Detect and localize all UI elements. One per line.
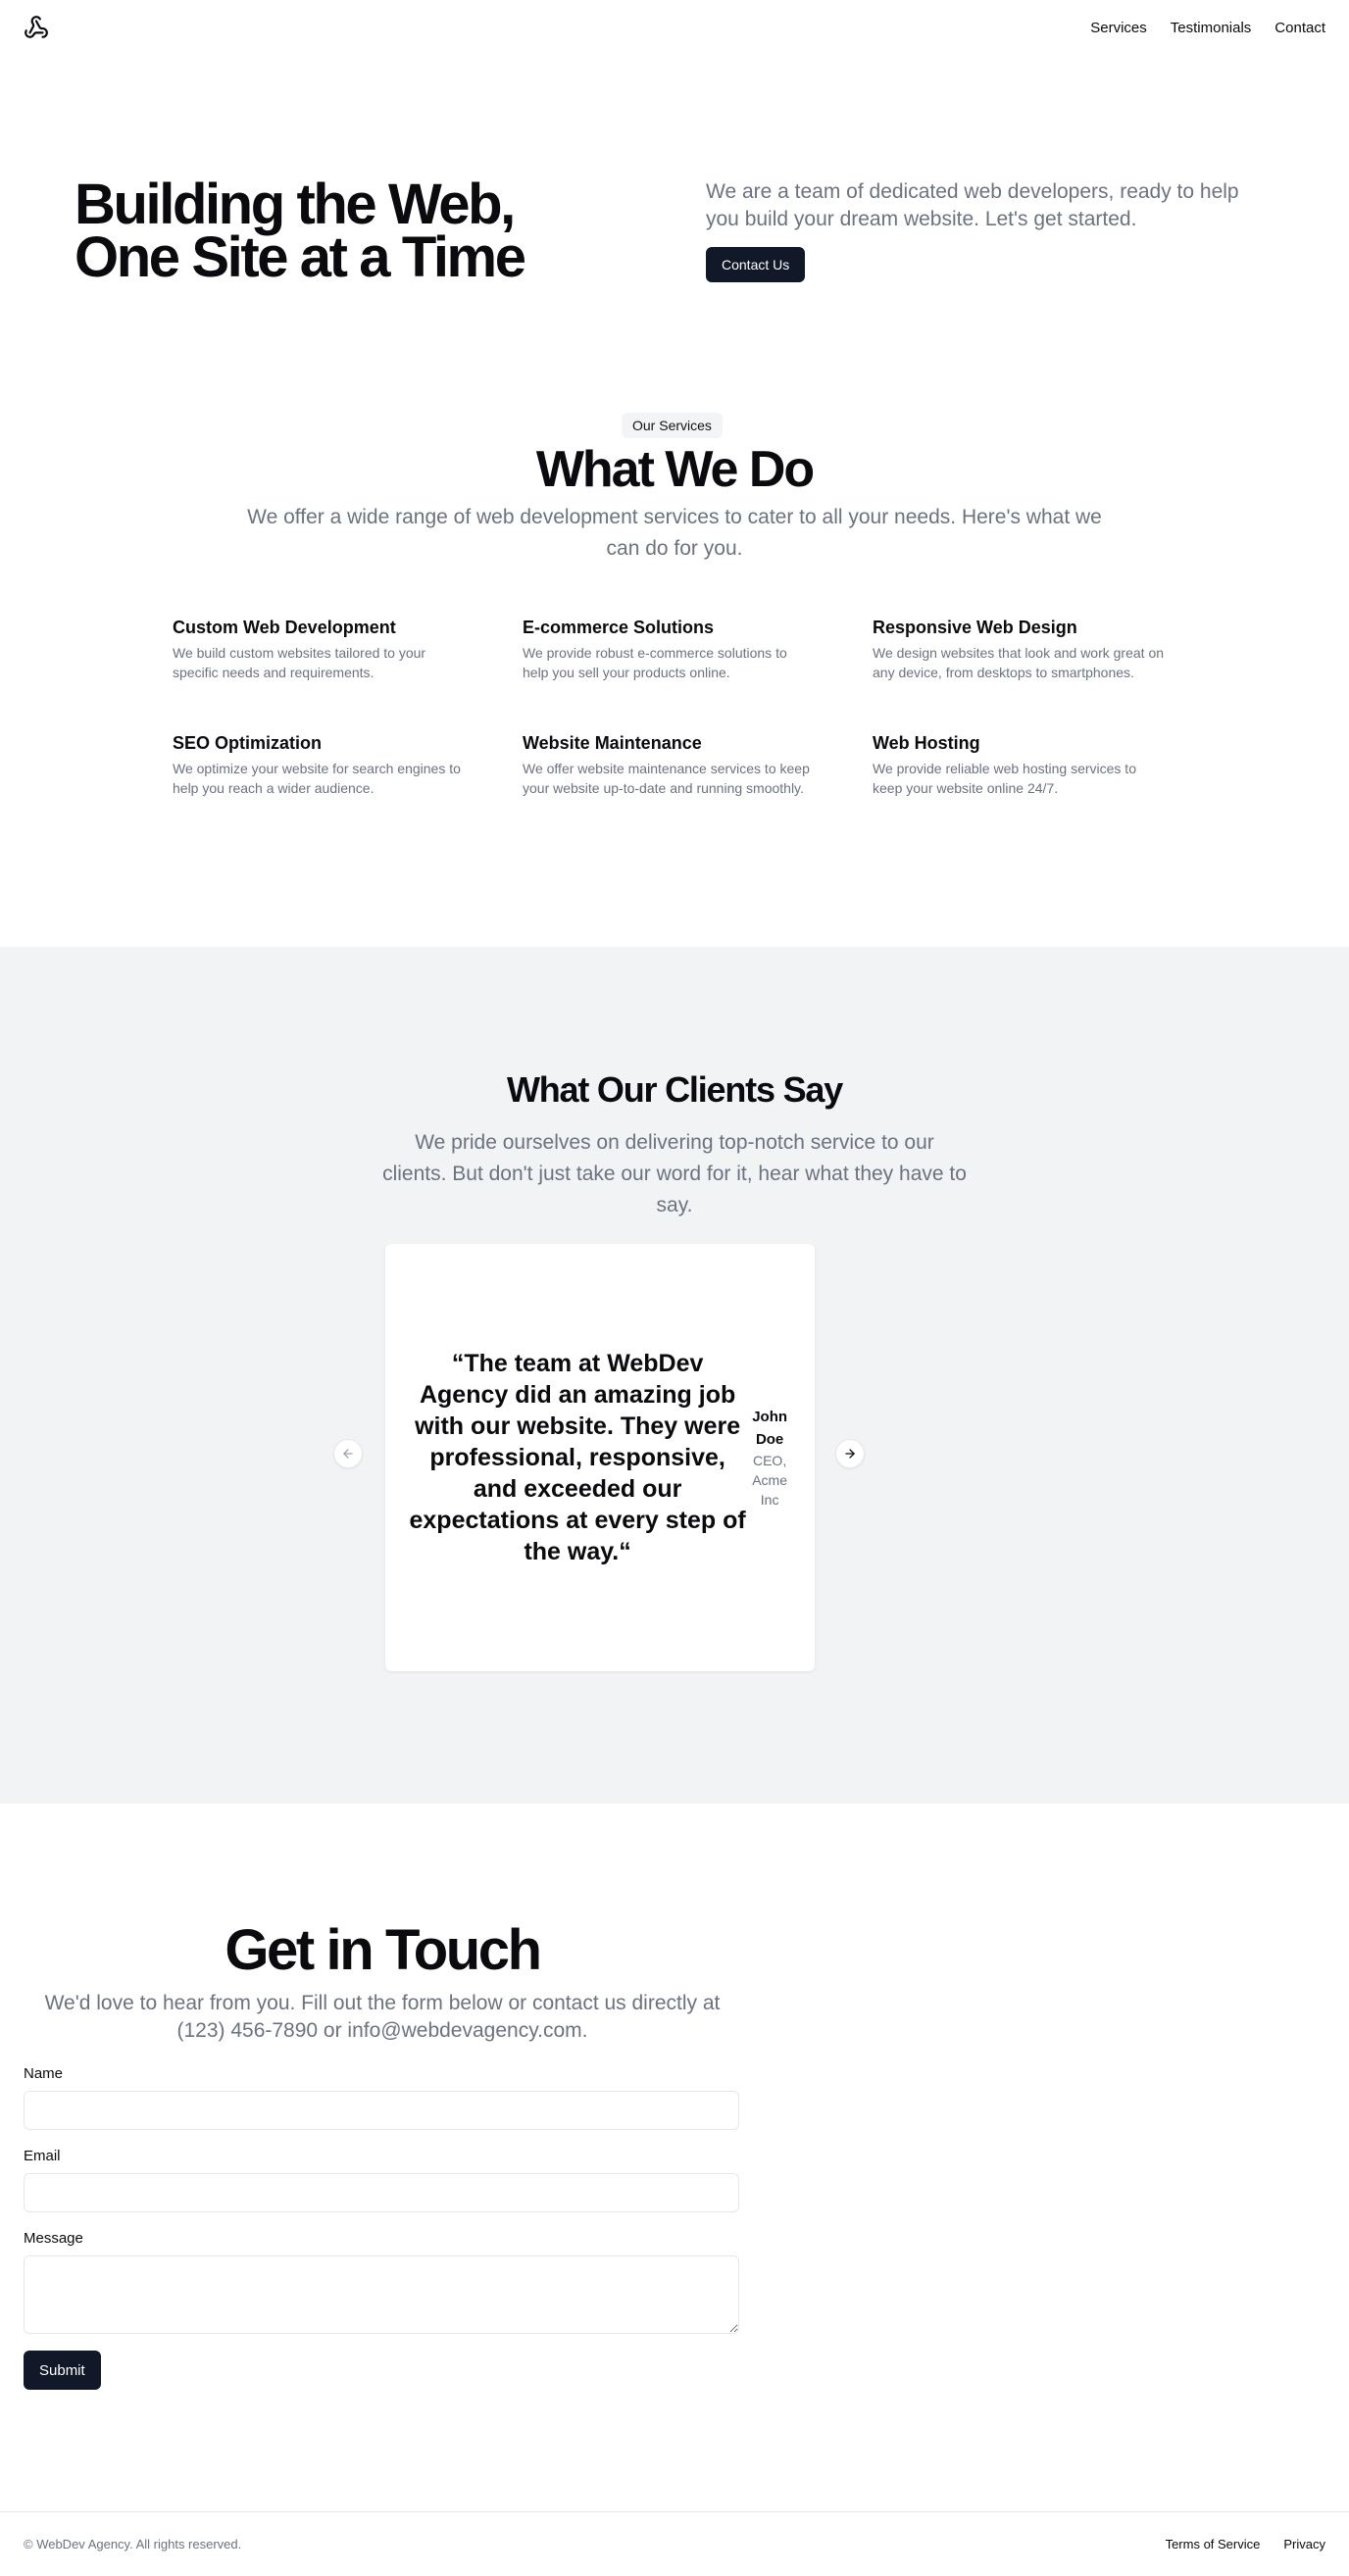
author-role: CEO, Acme Inc: [752, 1453, 787, 1508]
services-title: What We Do: [535, 441, 815, 498]
footer-terms-link[interactable]: Terms of Service: [1166, 2537, 1261, 2551]
carousel-prev-button[interactable]: [333, 1439, 363, 1468]
service-item: Responsive Web Design We design websites…: [873, 616, 1167, 682]
email-field[interactable]: [24, 2173, 739, 2212]
testimonial-author: John Doe CEO, Acme Inc: [748, 1406, 791, 1510]
site-footer: © WebDev Agency. All rights reserved. Te…: [0, 2511, 1349, 2576]
nav-contact[interactable]: Contact: [1274, 20, 1325, 36]
testimonial-quote: “The team at WebDev Agency did an amazin…: [409, 1350, 746, 1565]
copyright-text: © WebDev Agency. All rights reserved.: [24, 2537, 242, 2551]
services-badge: Our Services: [622, 413, 723, 438]
message-field[interactable]: [24, 2255, 739, 2334]
service-item: SEO Optimization We optimize your websit…: [173, 731, 467, 798]
service-desc: We build custom websites tailored to you…: [173, 645, 426, 680]
service-item: Custom Web Development We build custom w…: [173, 616, 467, 682]
webhook-icon: [25, 16, 48, 38]
hero-title: Building the Web, One Site at a Time: [75, 173, 526, 289]
contact-form: Name Email Message Submit: [24, 2064, 739, 2390]
carousel-next-button[interactable]: [835, 1439, 865, 1468]
services-grid: Custom Web Development We build custom w…: [173, 616, 1176, 798]
hero-right: We are a team of dedicated web developer…: [706, 178, 1274, 282]
service-desc: We provide robust e-commerce solutions t…: [523, 645, 787, 680]
service-title: Web Hosting: [873, 733, 980, 753]
name-field[interactable]: [24, 2091, 739, 2130]
main-nav: Services Testimonials Contact: [1090, 20, 1325, 36]
service-desc: We optimize your website for search engi…: [173, 761, 461, 796]
arrow-left-icon: [343, 1449, 353, 1459]
submit-button[interactable]: Submit: [24, 2351, 101, 2390]
services-subtitle: We offer a wide range of web development…: [247, 506, 1102, 560]
service-title: E-commerce Solutions: [523, 618, 715, 637]
service-item: Website Maintenance We offer website mai…: [523, 731, 817, 798]
contact-subtitle: We'd love to hear from you. Fill out the…: [44, 1992, 721, 2042]
logo-link[interactable]: [24, 15, 49, 40]
service-title: Custom Web Development: [173, 618, 396, 637]
testimonials-title: What Our Clients Say: [506, 1069, 843, 1110]
service-title: Website Maintenance: [523, 733, 702, 753]
service-item: E-commerce Solutions We provide robust e…: [523, 616, 817, 682]
service-item: Web Hosting We provide reliable web host…: [873, 731, 1167, 798]
testimonials-subtitle: We pride ourselves on delivering top-not…: [382, 1131, 967, 1216]
nav-testimonials[interactable]: Testimonials: [1171, 20, 1252, 36]
contact-title: Get in Touch: [225, 1918, 542, 1982]
testimonials-section: What Our Clients Say We pride ourselves …: [0, 947, 1349, 1804]
footer-nav: Terms of Service Privacy: [1166, 2537, 1325, 2551]
hero-subtitle: We are a team of dedicated web developer…: [706, 180, 1239, 230]
service-title: SEO Optimization: [173, 733, 323, 753]
testimonial-card: “The team at WebDev Agency did an amazin…: [385, 1244, 815, 1671]
site-header: Services Testimonials Contact: [0, 0, 1349, 55]
service-desc: We provide reliable web hosting services…: [873, 761, 1136, 796]
author-name: John Doe: [752, 1409, 788, 1448]
service-desc: We offer website maintenance services to…: [523, 761, 810, 796]
service-title: Responsive Web Design: [873, 618, 1077, 637]
service-desc: We design websites that look and work gr…: [873, 645, 1165, 680]
nav-services[interactable]: Services: [1090, 20, 1147, 36]
message-label: Message: [24, 2230, 83, 2247]
contact-us-button[interactable]: Contact Us: [706, 247, 806, 282]
name-label: Name: [24, 2065, 64, 2082]
arrow-right-icon: [845, 1449, 855, 1459]
footer-privacy-link[interactable]: Privacy: [1283, 2537, 1325, 2551]
email-label: Email: [24, 2148, 61, 2164]
